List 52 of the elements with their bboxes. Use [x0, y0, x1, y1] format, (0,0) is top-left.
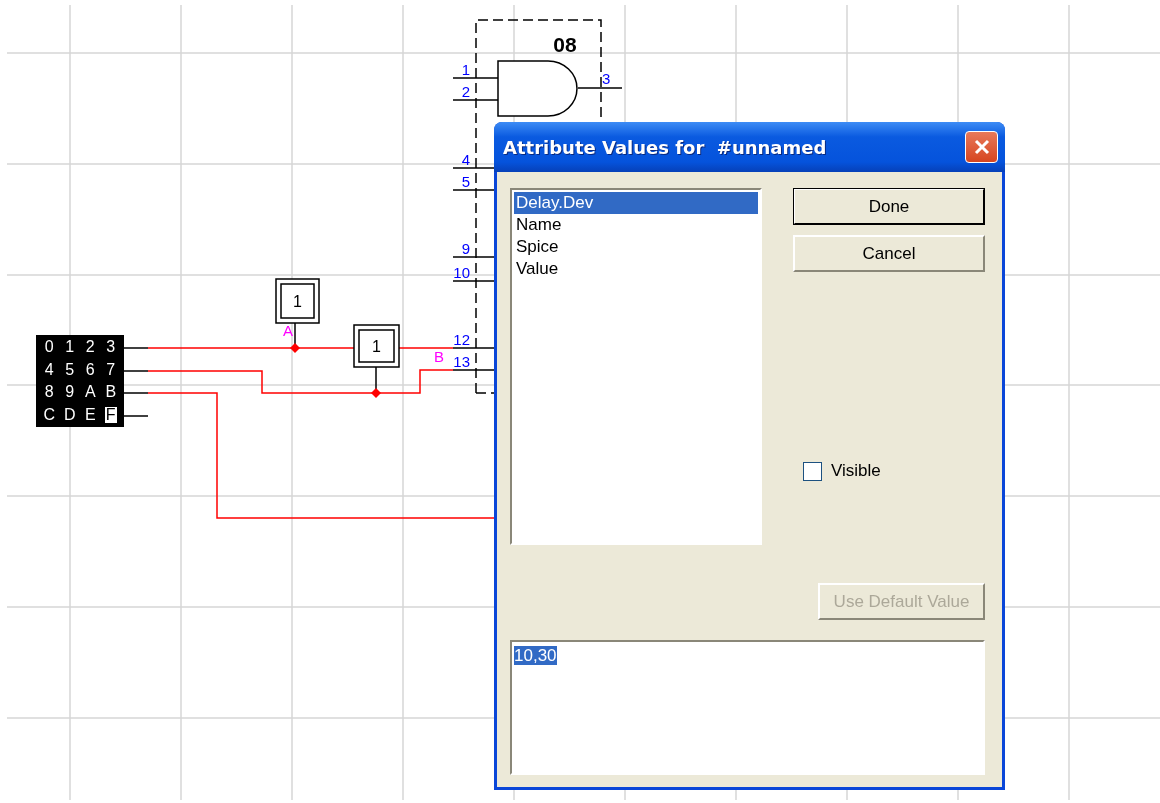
keypad-key[interactable]: C	[39, 403, 60, 426]
keypad-key[interactable]: 0	[39, 336, 60, 359]
keypad-key[interactable]: 7	[100, 358, 121, 381]
pin-line	[452, 189, 497, 191]
pin-line	[452, 167, 497, 169]
keypad-key[interactable]: D	[59, 403, 80, 426]
pin-line	[452, 369, 497, 371]
attribute-item[interactable]: Value	[514, 258, 758, 280]
done-button[interactable]: Done	[793, 188, 985, 225]
pin-number: 3	[602, 70, 611, 87]
pin-number: 1	[461, 61, 470, 78]
probe-value: 1	[372, 338, 381, 355]
keypad-key[interactable]: A	[80, 381, 101, 404]
checkbox-label: Visible	[831, 461, 881, 481]
keypad-key[interactable]: B	[100, 381, 121, 404]
pin-number: 4	[461, 151, 470, 168]
close-icon	[973, 139, 990, 155]
cancel-button[interactable]: Cancel	[793, 235, 985, 272]
visible-checkbox[interactable]	[803, 461, 822, 481]
attribute-item[interactable]: Spice	[514, 236, 758, 258]
pin-number: 13	[453, 353, 470, 370]
pin-line	[452, 99, 499, 101]
value-field[interactable]: 10,30	[510, 640, 985, 775]
keypad-key[interactable]: 8	[39, 381, 60, 404]
pin-number: 2	[461, 83, 470, 100]
probe-box	[353, 324, 400, 368]
keypad-key[interactable]: 9	[59, 381, 80, 404]
pin-line	[452, 77, 499, 79]
pin-number: 12	[453, 331, 470, 348]
keypad-key[interactable]: 1	[59, 336, 80, 359]
chip-label: 08	[553, 33, 577, 56]
attribute-item[interactable]: Name	[514, 214, 758, 236]
keypad-key[interactable]: 2	[80, 336, 101, 359]
pin-line	[452, 347, 497, 349]
keypad-key[interactable]: 3	[100, 336, 121, 359]
dialog-title: Attribute Values for #unnamed	[503, 136, 827, 158]
pin-number: 10	[453, 264, 470, 281]
probe-label: A	[283, 322, 293, 339]
attribute-item[interactable]: Delay.Dev	[514, 192, 758, 214]
pin-number: 5	[461, 173, 470, 190]
pin-number: 9	[461, 240, 470, 257]
keypad-key[interactable]: 4	[39, 358, 60, 381]
probe-label: B	[434, 348, 444, 365]
keypad-key[interactable]: 5	[59, 358, 80, 381]
keypad-key[interactable]: 6	[80, 358, 101, 381]
keypad-key[interactable]: F	[104, 406, 117, 423]
probe-value: 1	[293, 293, 302, 310]
pin-line	[452, 256, 497, 258]
probe-box	[275, 278, 320, 324]
close-button[interactable]	[965, 131, 998, 163]
keypad-key[interactable]: E	[80, 403, 101, 426]
pin-line	[452, 280, 497, 282]
